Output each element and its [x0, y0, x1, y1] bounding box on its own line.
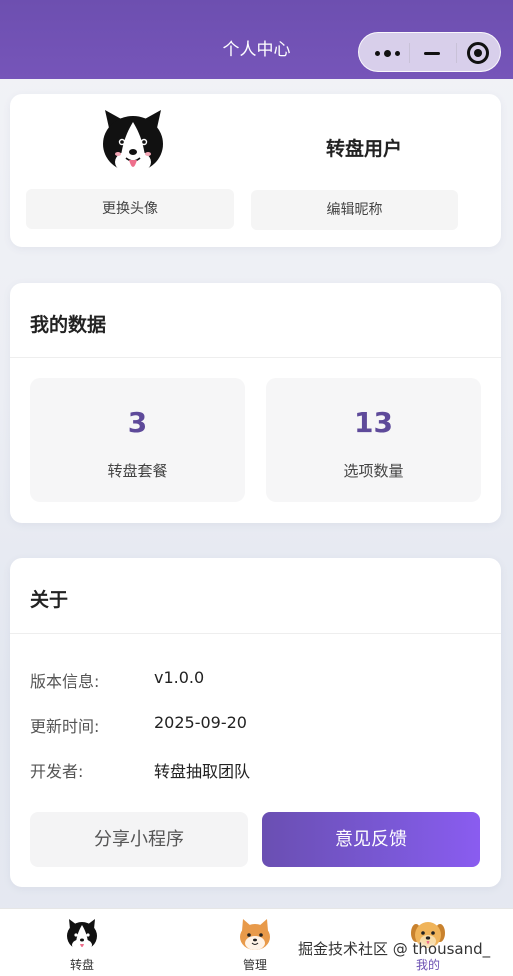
divider — [10, 633, 501, 634]
change-avatar-button[interactable]: 更换头像 — [26, 189, 234, 229]
stat-label: 选项数量 — [343, 462, 404, 480]
share-button[interactable]: 分享小程序 — [30, 812, 248, 867]
tab-wheel[interactable]: 转盘 — [42, 909, 122, 976]
section-title: 我的数据 — [30, 314, 107, 336]
dog-avatar[interactable] — [97, 106, 169, 178]
watermark-text: 掘金技术社区 @ thousand_ — [298, 940, 491, 958]
more-dots-icon[interactable] — [373, 45, 403, 61]
stat-label: 转盘套餐 — [107, 462, 168, 480]
stat-wheel-packages: 3 转盘套餐 — [30, 378, 245, 502]
capsule-divider — [409, 43, 410, 63]
profile-card: 转盘用户 更换头像 编辑昵称 — [10, 94, 501, 247]
shiba-dog-icon — [237, 917, 273, 953]
section-title: 关于 — [30, 589, 69, 611]
mini-program-capsule — [358, 32, 501, 72]
stat-value: 13 — [354, 406, 393, 439]
minimize-icon[interactable] — [424, 52, 440, 55]
capsule-divider — [456, 43, 457, 63]
feedback-button[interactable]: 意见反馈 — [262, 812, 480, 867]
info-key: 更新时间: — [30, 717, 100, 736]
target-circle-icon[interactable] — [467, 42, 489, 64]
info-value: v1.0.0 — [154, 668, 205, 687]
my-data-card: 我的数据 3 转盘套餐 13 选项数量 — [10, 283, 501, 523]
nav-bar: 个人中心 — [0, 0, 513, 79]
info-key: 开发者: — [30, 762, 84, 781]
tab-label: 转盘 — [69, 958, 94, 972]
husky-dog-icon — [64, 917, 100, 953]
info-key: 版本信息: — [30, 672, 100, 691]
stat-value: 3 — [127, 406, 148, 439]
info-value: 转盘抽取团队 — [154, 762, 251, 781]
edit-nickname-button[interactable]: 编辑昵称 — [251, 190, 458, 230]
tab-manage[interactable]: 管理 — [215, 909, 295, 976]
about-card: 关于 版本信息: v1.0.0 更新时间: 2025-09-20 开发者: 转盘… — [10, 558, 501, 887]
divider — [10, 357, 501, 358]
stat-option-count: 13 选项数量 — [266, 378, 481, 502]
nickname: 转盘用户 — [325, 138, 402, 160]
info-value: 2025-09-20 — [154, 713, 247, 732]
tab-label: 管理 — [242, 958, 267, 972]
